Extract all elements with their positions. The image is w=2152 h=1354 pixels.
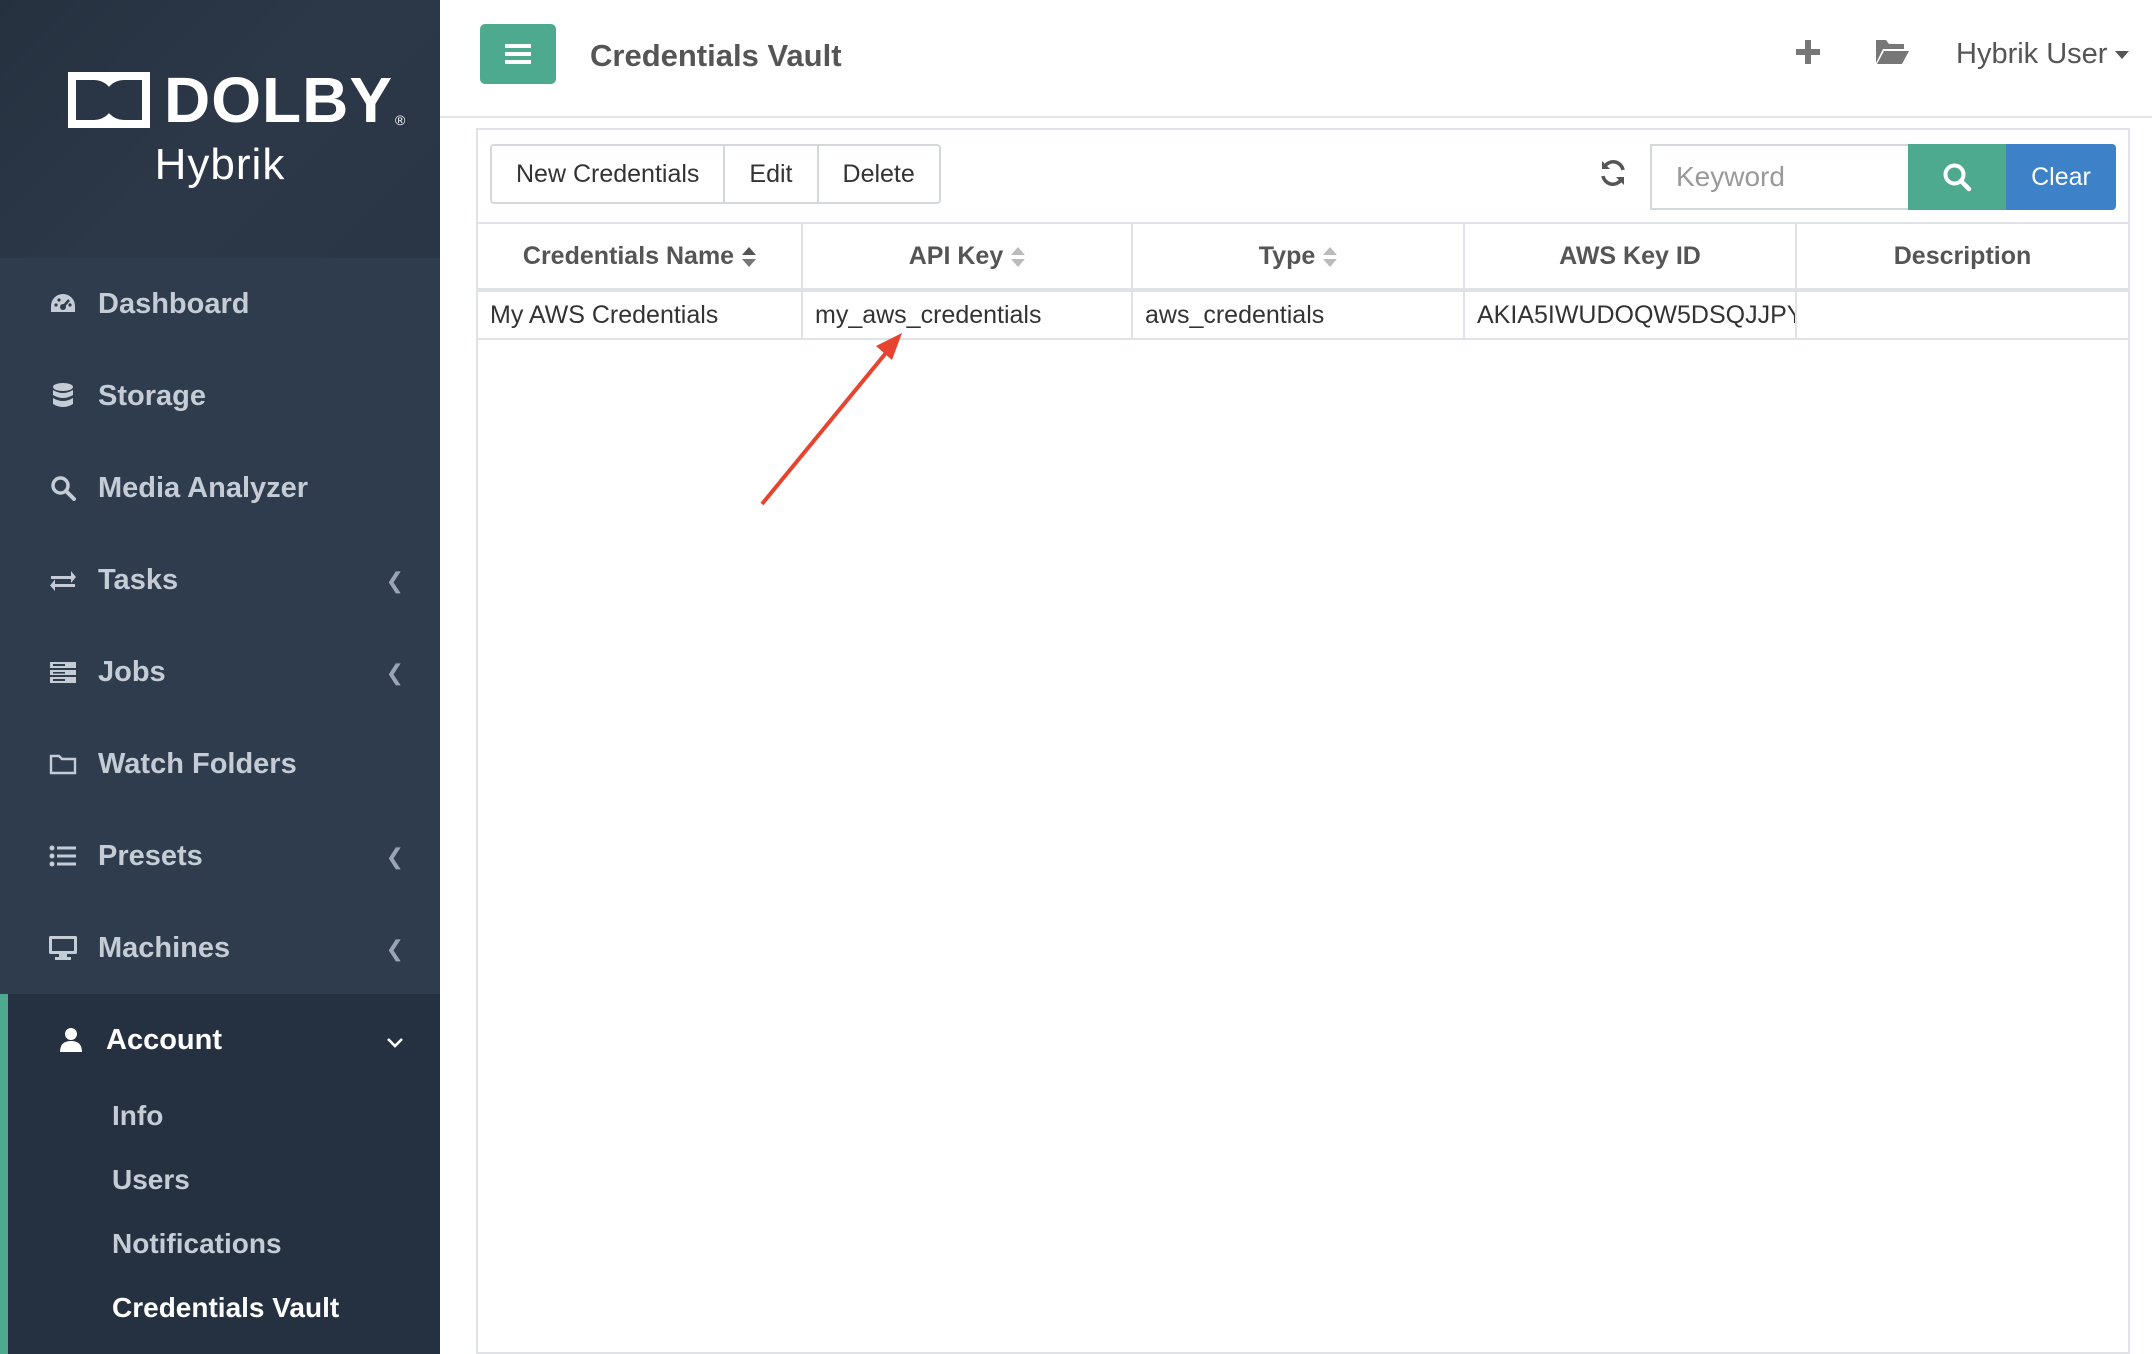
chevron-left-icon: ❮ — [385, 936, 404, 961]
delete-button[interactable]: Delete — [818, 146, 939, 202]
sidebar-item-label: Presets — [98, 839, 203, 872]
sidebar-item-dashboard[interactable]: Dashboard — [0, 258, 440, 350]
chevron-down-icon — [386, 1024, 404, 1057]
cell-aws-key-id: AKIA5IWUDOQW5DSQJJPY — [1464, 290, 1797, 340]
sort-icon — [1323, 246, 1338, 267]
column-header-credentials-name[interactable]: Credentials Name — [478, 222, 803, 292]
caret-down-icon — [2115, 50, 2130, 59]
credentials-panel: New Credentials Edit Delete Clear Creden… — [476, 128, 2130, 1354]
edit-button[interactable]: Edit — [725, 146, 819, 202]
cell-type: aws_credentials — [1132, 290, 1465, 340]
menu-toggle-button[interactable] — [480, 24, 556, 84]
sidebar-item-machines[interactable]: Machines ❮ — [0, 902, 440, 994]
column-header-label: Credentials Name — [522, 241, 735, 270]
sidebar-item-label: Media Analyzer — [98, 471, 309, 504]
sidebar-item-label: Storage — [98, 379, 206, 412]
sidebar-subitem-credentials-vault[interactable]: Credentials Vault — [112, 1292, 339, 1324]
search-button[interactable] — [1908, 144, 2006, 210]
user-menu[interactable]: Hybrik User — [1956, 38, 2130, 71]
action-button-group: New Credentials Edit Delete — [490, 144, 941, 204]
page-title: Credentials Vault — [590, 38, 842, 73]
brand-name: DOLBY — [164, 64, 393, 136]
exchange-icon — [48, 565, 78, 595]
sidebar-item-label: Jobs — [98, 655, 166, 688]
sort-icon — [1011, 246, 1026, 267]
sidebar-item-label: Machines — [98, 931, 231, 964]
sidebar-item-tasks[interactable]: Tasks ❮ — [0, 534, 440, 626]
sort-icon — [742, 246, 757, 267]
chevron-left-icon: ❮ — [385, 844, 404, 869]
keyword-search-input[interactable] — [1650, 144, 1910, 210]
column-header-label: Description — [1893, 241, 2032, 270]
cell-credentials-name: My AWS Credentials — [478, 290, 803, 340]
new-credentials-button[interactable]: New Credentials — [492, 146, 726, 202]
refresh-icon — [1601, 160, 1625, 186]
table-header-row: Credentials Name API Key Type AWS Key ID… — [478, 222, 2128, 292]
plus-icon — [1796, 40, 1820, 64]
sidebar-item-media-analyzer[interactable]: Media Analyzer — [0, 442, 440, 534]
sidebar-item-jobs[interactable]: Jobs ❮ — [0, 626, 440, 718]
sidebar-item-watch-folders[interactable]: Watch Folders — [0, 718, 440, 810]
sidebar-item-presets[interactable]: Presets ❮ — [0, 810, 440, 902]
sidebar-nav: Dashboard Storage Media Analyzer Tasks ❮ — [0, 258, 440, 994]
registered-mark: ® — [395, 112, 406, 128]
search-icon — [1943, 163, 1972, 192]
sidebar-subitem-info[interactable]: Info — [112, 1100, 163, 1132]
dolby-double-d-icon — [68, 72, 150, 128]
cell-description — [1796, 290, 2128, 340]
sidebar-item-label: Account — [106, 1023, 222, 1056]
column-header-label: API Key — [908, 241, 1004, 270]
list-icon — [48, 841, 78, 871]
sidebar-subitem-users[interactable]: Users — [112, 1164, 190, 1196]
column-header-label: AWS Key ID — [1559, 241, 1701, 270]
search-icon — [48, 473, 78, 503]
sidebar-item-label: Tasks — [98, 563, 179, 596]
brand-header: DOLBY ® Hybrik — [0, 0, 440, 258]
product-name: Hybrik — [154, 140, 286, 189]
chevron-left-icon: ❮ — [385, 660, 404, 685]
server-icon — [48, 657, 78, 687]
sidebar-account-section: Account Info Users Notifications Credent… — [0, 994, 440, 1354]
database-icon — [48, 381, 78, 411]
sidebar-item-label: Watch Folders — [98, 747, 297, 780]
add-button[interactable] — [1790, 34, 1826, 70]
column-header-label: Type — [1258, 241, 1316, 270]
refresh-button[interactable] — [1598, 158, 1628, 188]
cell-api-key: my_aws_credentials — [802, 290, 1133, 340]
hamburger-icon — [505, 44, 531, 64]
column-header-type[interactable]: Type — [1132, 222, 1465, 292]
chevron-left-icon: ❮ — [385, 568, 404, 593]
desktop-icon — [48, 933, 78, 963]
column-header-aws-key-id: AWS Key ID — [1464, 222, 1797, 292]
sidebar-item-account[interactable]: Account — [8, 994, 440, 1086]
column-header-api-key[interactable]: API Key — [802, 222, 1133, 292]
folder-open-icon — [1876, 40, 1909, 64]
top-bar: Credentials Vault Hybrik User — [440, 0, 2152, 118]
open-folder-button[interactable] — [1874, 36, 1910, 68]
sidebar-item-storage[interactable]: Storage — [0, 350, 440, 442]
user-name: Hybrik User — [1956, 38, 2108, 70]
table-row[interactable]: My AWS Credentials my_aws_credentials aw… — [478, 290, 2128, 340]
column-header-description: Description — [1796, 222, 2128, 292]
dolby-logo[interactable]: DOLBY ® — [68, 68, 406, 132]
credentials-table: Credentials Name API Key Type AWS Key ID… — [478, 222, 2128, 340]
folder-icon — [48, 749, 78, 779]
sidebar-subitem-notifications[interactable]: Notifications — [112, 1228, 282, 1260]
user-icon — [56, 1025, 86, 1055]
dashboard-icon — [48, 289, 78, 319]
sidebar: DOLBY ® Hybrik Dashboard Storage Media A… — [0, 0, 440, 1354]
sidebar-item-label: Dashboard — [98, 287, 250, 320]
clear-button[interactable]: Clear — [2006, 144, 2116, 210]
